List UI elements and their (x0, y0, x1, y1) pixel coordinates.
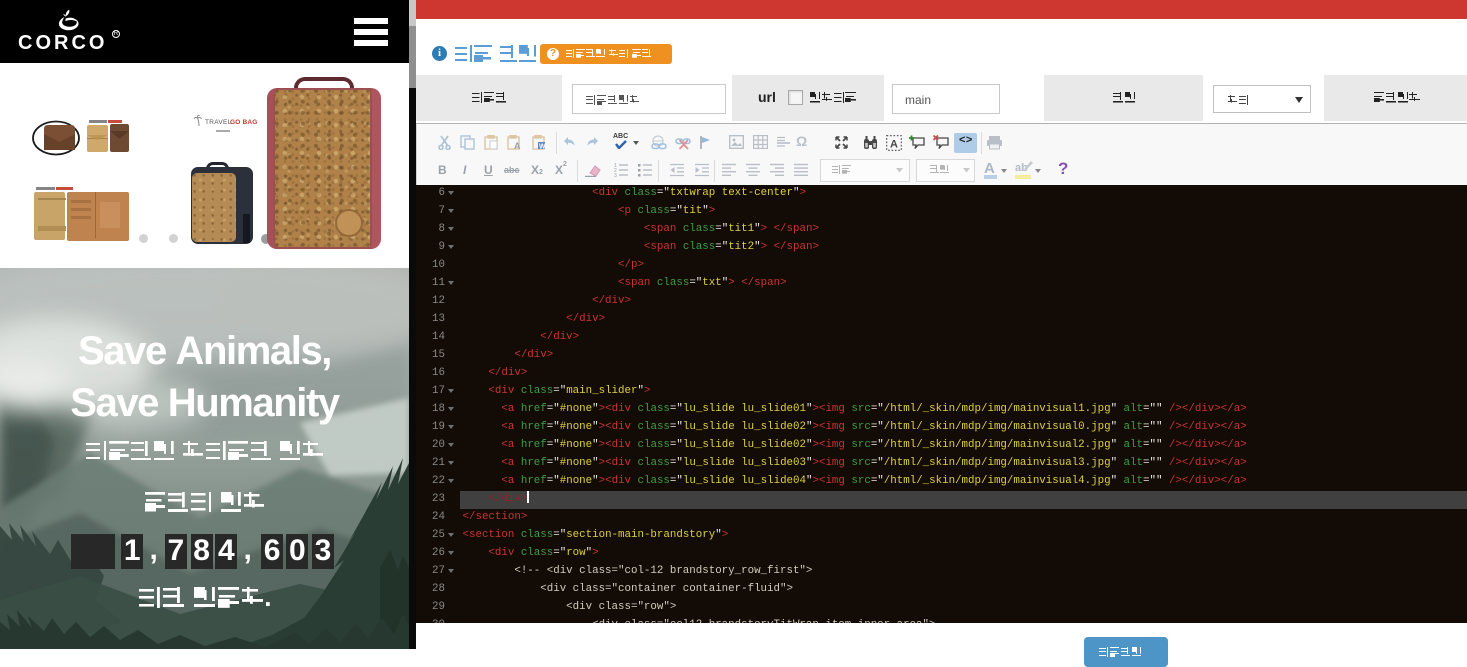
svg-text:A: A (890, 139, 898, 151)
svg-text:A: A (514, 141, 521, 150)
svg-text:W: W (539, 144, 546, 151)
svg-text:3: 3 (614, 173, 617, 177)
